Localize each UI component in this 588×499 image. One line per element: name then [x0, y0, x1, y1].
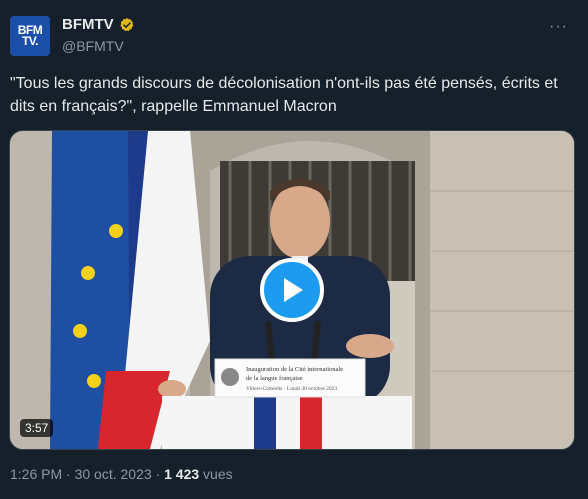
lectern-sign-line3: Villers-Cotterêts · Lundi 30 octobre 202…	[246, 386, 337, 392]
tweet: BFM TV. BFMTV @BFMTV ··· "Tous les grand…	[0, 0, 588, 499]
views-label: vues	[199, 466, 233, 482]
play-button[interactable]	[260, 258, 324, 322]
author-name-row: BFMTV	[62, 16, 135, 33]
tweet-time[interactable]: 1:26 PM	[10, 466, 62, 482]
meta-separator: ·	[151, 466, 165, 482]
lectern-sign-line1: Inauguration de la Cité internationale	[246, 366, 343, 373]
avatar-text-line2: TV.	[21, 34, 39, 48]
video-player[interactable]: Inauguration de la Cité internationale d…	[9, 130, 575, 450]
verified-badge-icon	[120, 17, 134, 31]
tweet-date[interactable]: 30 oct. 2023	[75, 466, 152, 482]
author-handle[interactable]: @BFMTV	[62, 38, 124, 54]
meta-separator: ·	[62, 466, 75, 482]
more-options-icon[interactable]: ···	[549, 18, 568, 36]
tweet-meta: 1:26 PM · 30 oct. 2023 · 1 423 vues	[10, 466, 233, 482]
author-display-name[interactable]: BFMTV	[62, 16, 114, 33]
views-count: 1 423	[164, 466, 200, 482]
tweet-text: "Tous les grands discours de décolonisat…	[10, 75, 558, 115]
avatar[interactable]: BFM TV.	[10, 16, 50, 56]
lectern-sign-line2: de la langue française	[246, 375, 303, 382]
video-duration-badge: 3:57	[20, 419, 54, 437]
play-icon	[284, 278, 303, 302]
